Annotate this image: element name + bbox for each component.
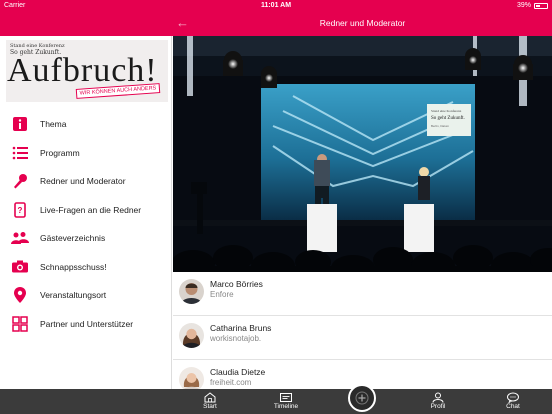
profile-icon (432, 392, 444, 403)
puzzle-icon (0, 316, 40, 332)
navigation-bar: ← Redner und Moderator (0, 12, 552, 36)
speaker-org: freiheit.com (210, 378, 252, 387)
sidebar-item-label: Redner und Moderator (40, 176, 126, 187)
battery-percent: 39% (516, 2, 531, 9)
people-icon (0, 231, 40, 245)
screen-line2: So geht Zukunft. (431, 116, 465, 121)
sidebar-menu: Thema Programm Redner und Moderator ? Li… (0, 110, 172, 338)
chat-icon (507, 392, 519, 403)
list-item[interactable]: Catharina Bruns workisnotajob. (173, 316, 552, 360)
battery-indicator: 39% (517, 2, 548, 9)
add-post-button[interactable] (348, 384, 376, 412)
screen-line1: Stand eine Konferenz (431, 109, 462, 113)
status-bar: Carrier 11:01 AM 39% (0, 0, 552, 12)
sidebar-item-thema[interactable]: Thema (0, 110, 172, 139)
list-icon (0, 146, 40, 160)
location-pin-icon (0, 287, 40, 304)
sidebar-item-gaeste[interactable]: Gästeverzeichnis (0, 224, 172, 253)
speaker-name: Catharina Bruns (210, 323, 272, 333)
event-logo: Stand eine Konferenz So geht Zukunft. Au… (6, 40, 168, 102)
tab-label: Start (203, 403, 217, 410)
avatar (179, 367, 204, 389)
screen-line3: Berlin, Datum (431, 124, 450, 128)
sidebar-item-label: Thema (40, 119, 67, 130)
speaker-org: workisnotajob. (210, 334, 262, 343)
speaker-list: Marco Börries Enfore Catharina Bruns wor… (173, 272, 552, 389)
sidebar-item-label: Programm (40, 147, 80, 158)
tab-profil[interactable]: Profil (408, 389, 468, 414)
info-icon (0, 116, 40, 132)
clock: 11:01 AM (260, 2, 292, 9)
sidebar-item-label: Veranstaltungsort (40, 290, 107, 301)
sidebar-item-redner[interactable]: Redner und Moderator (0, 167, 172, 196)
sidebar-item-label: Schnappsschuss! (40, 261, 107, 272)
sidebar-item-programm[interactable]: Programm (0, 139, 172, 168)
sidebar-item-live-fragen[interactable]: ? Live-Fragen an die Redner (0, 196, 172, 225)
microphone-icon (0, 173, 40, 189)
tab-label: Timeline (273, 403, 299, 410)
sidebar-item-veranstaltungsort[interactable]: Veranstaltungsort (0, 281, 172, 310)
sidebar-item-label: Gästeverzeichnis (40, 233, 106, 244)
avatar (179, 323, 204, 348)
page-title: Redner und Moderator (319, 18, 406, 28)
home-icon (204, 392, 216, 403)
tab-label: Profil (430, 403, 446, 410)
stage-illustration: Stand eine Konferenz So geht Zukunft. Be… (173, 36, 552, 272)
svg-text:?: ? (18, 206, 23, 215)
plus-icon (355, 391, 369, 405)
speaker-name: Claudia Dietze (210, 367, 266, 377)
tab-bar: Start Timeline Profil Chat (0, 389, 552, 414)
timeline-icon (280, 393, 292, 402)
battery-icon (534, 2, 548, 9)
tab-start[interactable]: Start (180, 389, 240, 414)
stage-photo: Stand eine Konferenz So geht Zukunft. Be… (173, 36, 552, 272)
tab-timeline[interactable]: Timeline (256, 389, 316, 414)
sidebar-item-schnappschuss[interactable]: Schnappsschuss! (0, 253, 172, 282)
camera-icon (0, 260, 40, 273)
speaker-name: Marco Börries (210, 279, 263, 289)
tab-label: Chat (506, 403, 520, 410)
sidebar-item-label: Partner und Unterstützer (40, 318, 134, 329)
tab-chat[interactable]: Chat (483, 389, 543, 414)
sidebar: Stand eine Konferenz So geht Zukunft. Au… (0, 36, 172, 389)
avatar (179, 279, 204, 304)
sidebar-item-partner[interactable]: Partner und Unterstützer (0, 310, 172, 339)
sidebar-item-label: Live-Fragen an die Redner (40, 204, 142, 215)
list-item[interactable]: Marco Börries Enfore (173, 272, 552, 316)
phone-question-icon: ? (0, 201, 40, 218)
speaker-org: Enfore (210, 290, 234, 299)
